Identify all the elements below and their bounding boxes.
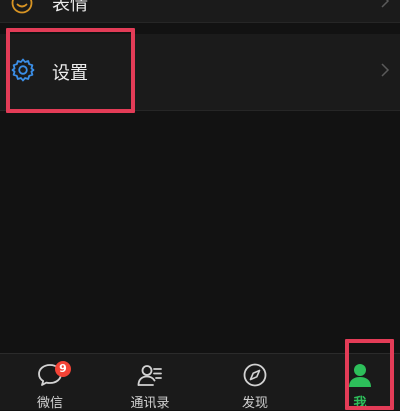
bottom-tab-bar: 9 微信 通讯录 发现 我 [0,353,400,411]
divider [0,22,400,23]
chevron-right-icon [381,0,390,8]
tab-label: 通讯录 [130,396,170,411]
tab-label: 发现 [241,396,268,411]
tab-label: 微信 [36,396,63,411]
highlight-box-me-tab [345,339,394,410]
tab-contacts[interactable]: 通讯录 [100,354,200,411]
menu-item-label: 表情 [52,0,88,15]
compass-icon [243,363,267,387]
tab-chats[interactable]: 9 微信 [0,354,100,411]
tab-discover[interactable]: 发现 [205,354,305,411]
highlight-box-settings [6,28,135,113]
unread-badge: 9 [55,361,71,377]
emoji-face-icon [10,0,34,19]
menu-item-emoji[interactable]: 表情 [0,0,400,22]
chevron-right-icon [381,63,390,77]
contacts-icon [137,365,162,386]
